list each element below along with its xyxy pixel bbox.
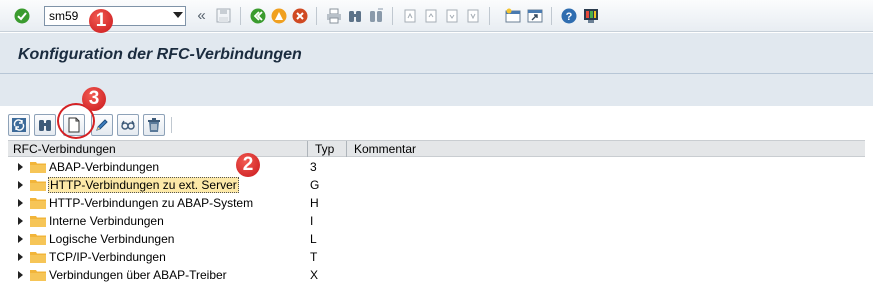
tree-node-label[interactable]: TCP/IP-Verbindungen: [48, 249, 167, 265]
column-header-comment[interactable]: Kommentar: [354, 142, 416, 157]
tree-node-label[interactable]: Interne Verbindungen: [48, 213, 165, 229]
tree-node[interactable]: Verbindungen über ABAP-Treiber X: [8, 266, 865, 284]
tree-header: RFC-Verbindungen Typ Kommentar: [8, 140, 865, 157]
shortcut-icon[interactable]: [526, 7, 543, 24]
find-icon[interactable]: [346, 7, 363, 24]
callout-badge-3: 3: [82, 87, 106, 111]
find-next-icon[interactable]: [367, 7, 384, 24]
tree-node-type: L: [310, 232, 317, 246]
first-page-icon[interactable]: [401, 7, 418, 24]
save-icon[interactable]: [215, 7, 232, 24]
folder-icon: [30, 198, 46, 209]
tree-node-label-selected[interactable]: HTTP-Verbindungen zu ext. Server: [48, 177, 239, 193]
callout-badge-1: 1: [89, 9, 113, 33]
tree-node[interactable]: Interne Verbindungen I: [8, 212, 865, 230]
tree-node-type: X: [310, 268, 319, 282]
column-header-type[interactable]: Typ: [315, 142, 334, 157]
last-page-icon[interactable]: [464, 7, 481, 24]
rfc-connections-tree: RFC-Verbindungen Typ Kommentar ABAP-Verb…: [8, 140, 865, 288]
delete-icon: [148, 118, 160, 132]
callout-badge-2: 2: [236, 153, 260, 177]
expand-arrow-icon[interactable]: [18, 199, 23, 207]
tree-node-type: I: [310, 214, 314, 228]
tree-node[interactable]: HTTP-Verbindungen zu ABAP-System H: [8, 194, 865, 212]
tree-node-type: H: [310, 196, 319, 210]
tree-node-label[interactable]: Logische Verbindungen: [48, 231, 175, 247]
cancel-icon[interactable]: [291, 7, 308, 24]
tree-node[interactable]: ABAP-Verbindungen 3: [8, 158, 865, 176]
tree-node[interactable]: Logische Verbindungen L: [8, 230, 865, 248]
page-title: Konfiguration der RFC-Verbindungen: [18, 46, 302, 63]
expand-arrow-icon[interactable]: [18, 271, 23, 279]
previous-page-icon[interactable]: [422, 7, 439, 24]
command-field[interactable]: [44, 6, 186, 26]
tree-node-type: T: [310, 250, 318, 264]
expand-arrow-icon[interactable]: [18, 163, 23, 171]
expand-arrow-icon[interactable]: [18, 235, 23, 243]
tree-node-type: G: [310, 178, 320, 192]
svg-text:?: ?: [565, 11, 572, 23]
expand-arrow-icon[interactable]: [18, 217, 23, 225]
folder-icon: [30, 234, 46, 245]
delete-button[interactable]: [143, 114, 165, 136]
folder-icon: [30, 180, 46, 191]
tree-node-label[interactable]: Verbindungen über ABAP-Treiber: [48, 267, 228, 283]
customize-layout-icon[interactable]: [582, 7, 599, 24]
tree-node-label[interactable]: ABAP-Verbindungen: [48, 159, 160, 175]
exit-icon[interactable]: [270, 7, 287, 24]
chevron-down-icon[interactable]: [173, 12, 183, 18]
refresh-button[interactable]: [8, 114, 30, 136]
title-area: Konfiguration der RFC-Verbindungen: [0, 33, 873, 106]
enter-icon[interactable]: [13, 7, 30, 24]
folder-icon: [30, 162, 46, 173]
back-double-arrow-icon[interactable]: «: [193, 7, 210, 24]
divider: [0, 73, 873, 74]
print-icon[interactable]: [325, 7, 342, 24]
tree-node-type: 3: [310, 160, 317, 174]
application-toolbar: [0, 106, 873, 140]
display-button[interactable]: [117, 114, 139, 136]
folder-icon: [30, 216, 46, 227]
find-button[interactable]: [34, 114, 56, 136]
edit-icon: [96, 119, 108, 131]
tree-node-label[interactable]: HTTP-Verbindungen zu ABAP-System: [48, 195, 254, 211]
back-icon[interactable]: [249, 7, 266, 24]
help-icon[interactable]: ?: [560, 7, 577, 24]
folder-icon: [30, 252, 46, 263]
next-page-icon[interactable]: [443, 7, 460, 24]
expand-arrow-icon[interactable]: [18, 253, 23, 261]
tree-node[interactable]: HTTP-Verbindungen zu ext. Server G: [8, 176, 865, 194]
create-session-icon[interactable]: [504, 7, 521, 24]
find-icon: [39, 120, 51, 131]
system-toolbar: « ?: [0, 0, 873, 32]
expand-arrow-icon[interactable]: [18, 181, 23, 189]
tree-node[interactable]: TCP/IP-Verbindungen T: [8, 248, 865, 266]
folder-icon: [30, 270, 46, 281]
refresh-icon: [12, 118, 26, 132]
display-icon: [121, 120, 135, 130]
column-header-rfc-connections[interactable]: RFC-Verbindungen: [13, 142, 116, 157]
